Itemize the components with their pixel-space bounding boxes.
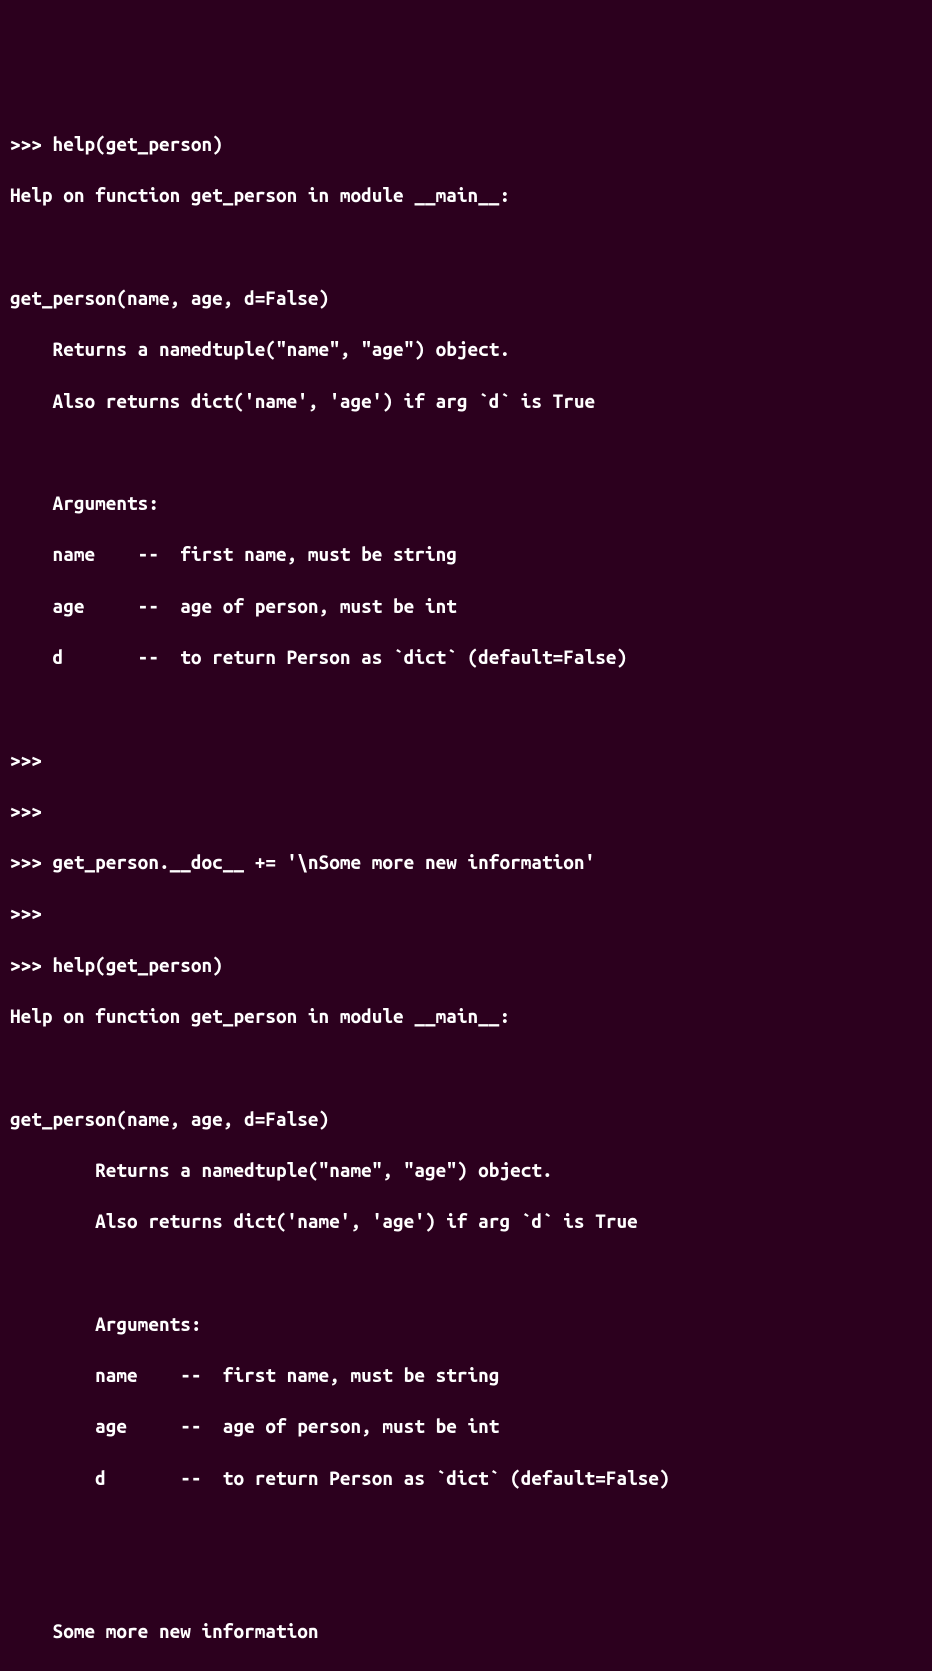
terminal-line: >>> <box>10 799 922 825</box>
terminal-line: Help on function get_person in module __… <box>10 183 922 209</box>
terminal-line: Returns a namedtuple("name", "age") obje… <box>10 1158 922 1184</box>
terminal-line <box>10 440 922 466</box>
terminal-line: name -- first name, must be string <box>10 1363 922 1389</box>
terminal-line <box>10 696 922 722</box>
terminal-line: Arguments: <box>10 1312 922 1338</box>
terminal-line: d -- to return Person as `dict` (default… <box>10 1466 922 1492</box>
terminal-line: >>> help(get_person) <box>10 953 922 979</box>
terminal-line: get_person(name, age, d=False) <box>10 1107 922 1133</box>
terminal-line: Arguments: <box>10 491 922 517</box>
terminal-line <box>10 1260 922 1286</box>
terminal-line: >>> <box>10 901 922 927</box>
terminal-line: Also returns dict('name', 'age') if arg … <box>10 1209 922 1235</box>
terminal-line <box>10 1517 922 1543</box>
terminal-output[interactable]: >>> help(get_person) Help on function ge… <box>10 107 922 962</box>
terminal-line: Returns a namedtuple("name", "age") obje… <box>10 337 922 363</box>
terminal-line: age -- age of person, must be int <box>10 1414 922 1440</box>
terminal-line <box>10 1568 922 1594</box>
terminal-line: >>> help(get_person) <box>10 132 922 158</box>
terminal-line: Some more new information <box>10 1619 922 1645</box>
terminal-line: >>> <box>10 748 922 774</box>
terminal-line: d -- to return Person as `dict` (default… <box>10 645 922 671</box>
terminal-line: age -- age of person, must be int <box>10 594 922 620</box>
terminal-line: Also returns dict('name', 'age') if arg … <box>10 389 922 415</box>
terminal-line <box>10 1055 922 1081</box>
terminal-line <box>10 235 922 261</box>
terminal-line: Help on function get_person in module __… <box>10 1004 922 1030</box>
terminal-line: get_person(name, age, d=False) <box>10 286 922 312</box>
terminal-line: name -- first name, must be string <box>10 542 922 568</box>
